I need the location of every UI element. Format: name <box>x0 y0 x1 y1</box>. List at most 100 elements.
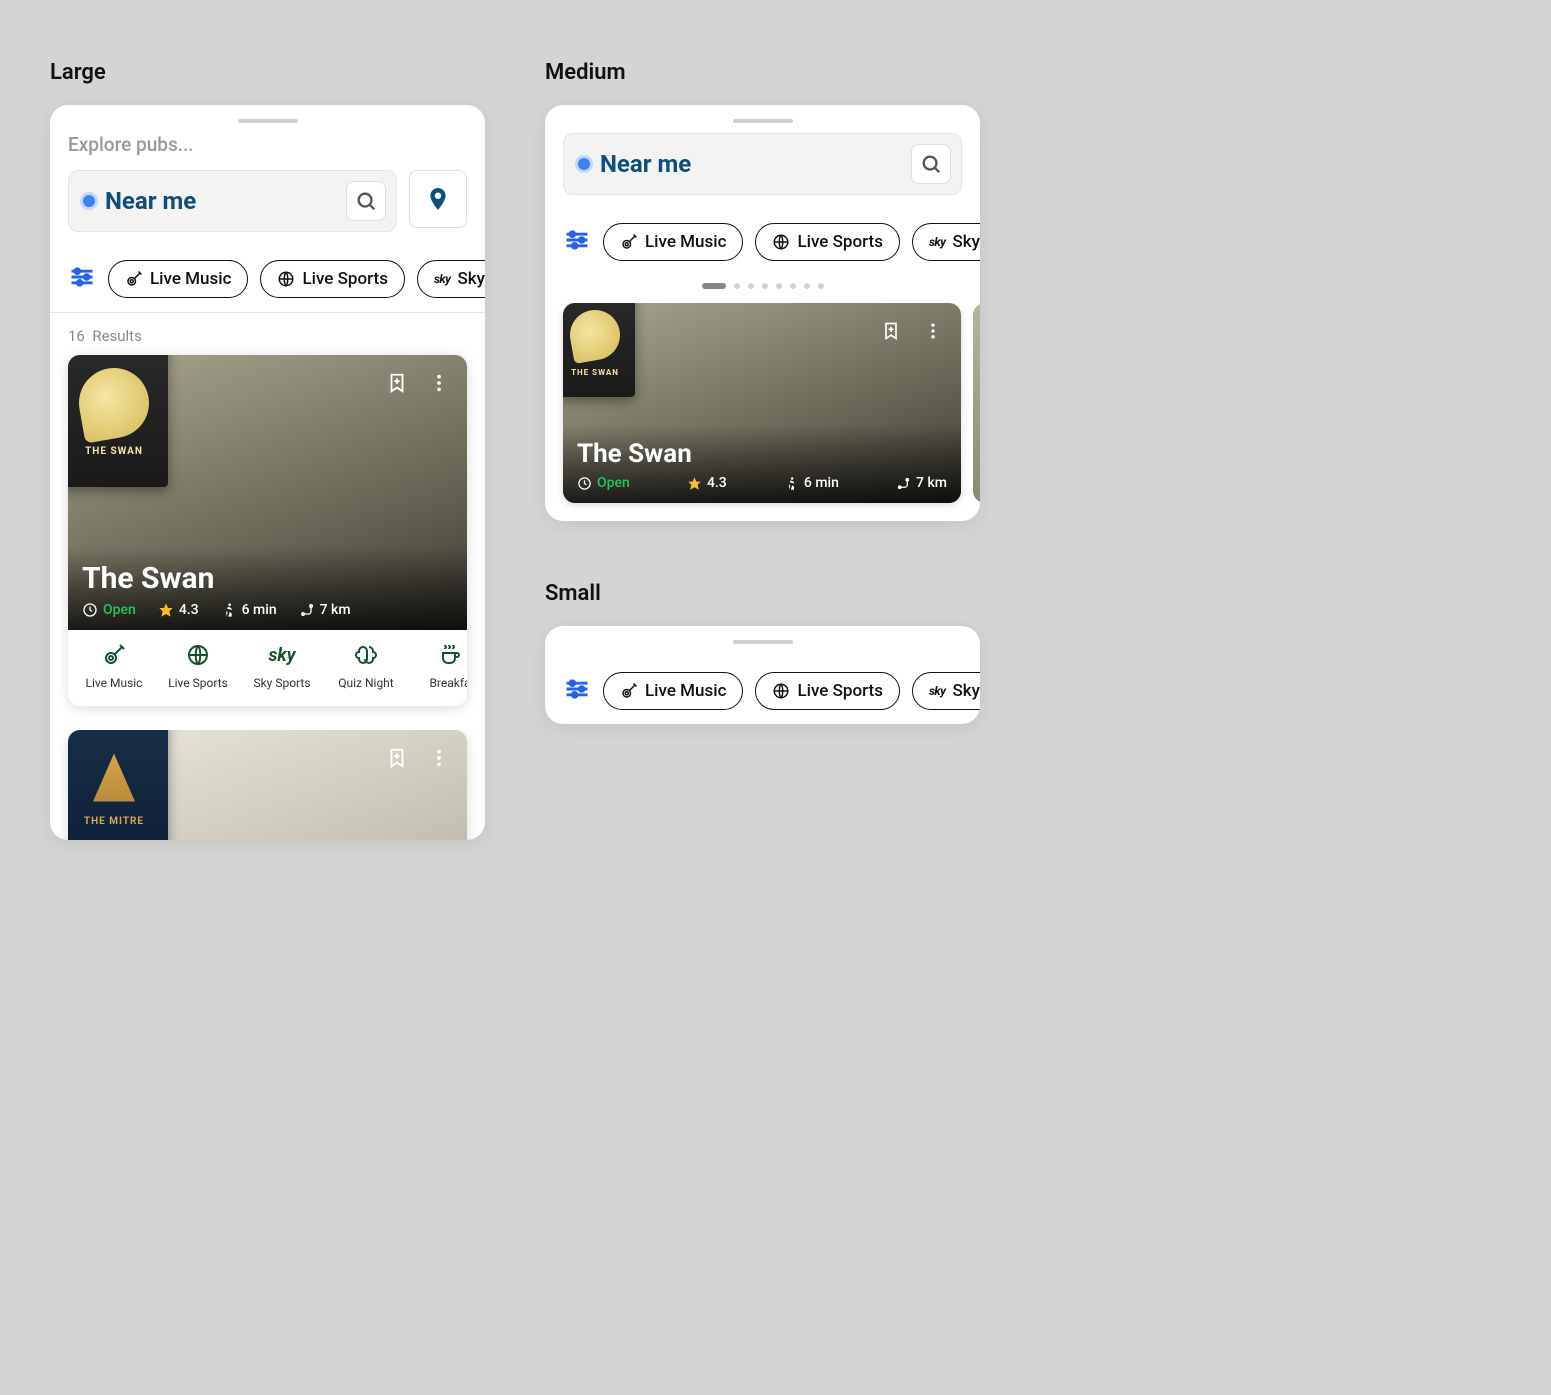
filter-button[interactable] <box>563 675 591 707</box>
chip-sky-sports[interactable]: sky Sky S <box>912 223 980 261</box>
walk-time: 6 min <box>784 475 839 491</box>
chip-label: Live Sports <box>797 232 883 252</box>
chip-label: Sky S <box>458 269 485 289</box>
map-pin-button[interactable] <box>409 170 467 228</box>
variant-label-medium: Medium <box>545 60 980 85</box>
ball-icon <box>277 270 295 288</box>
chip-label: Live Sports <box>302 269 388 289</box>
chip-live-sports[interactable]: Live Sports <box>755 223 900 261</box>
dot-active[interactable] <box>702 283 726 289</box>
distance: 7 km <box>299 602 351 618</box>
filter-chip-row: Live Music Live Sports sky Sky S <box>545 654 980 724</box>
badge-text: THE SWAN <box>85 446 143 457</box>
results-label: Results <box>92 327 142 345</box>
amenity-breakfast: Breakfa <box>408 642 467 690</box>
brain-icon <box>354 643 378 667</box>
location-dot-icon <box>83 195 95 207</box>
pub-name: The Swan <box>577 439 947 469</box>
bookmark-button[interactable] <box>383 744 411 772</box>
rating: 4.3 <box>158 602 199 618</box>
coffee-icon <box>438 643 462 667</box>
sliders-icon <box>563 675 591 703</box>
distance: 7 km <box>896 475 947 491</box>
star-icon <box>158 602 174 618</box>
search-button[interactable] <box>346 181 386 221</box>
chip-live-music[interactable]: Live Music <box>603 223 743 261</box>
more-button[interactable] <box>425 369 453 397</box>
more-button[interactable] <box>425 744 453 772</box>
chip-live-music[interactable]: Live Music <box>603 672 743 710</box>
amenity-quiz-night: Quiz Night <box>324 642 408 690</box>
drag-handle[interactable] <box>733 640 793 644</box>
pub-photo: THE SWAN The Swan <box>68 355 467 630</box>
more-button[interactable] <box>919 317 947 345</box>
walk-icon <box>784 476 799 491</box>
walk-time: 6 min <box>221 602 277 618</box>
chip-sky-sports[interactable]: sky Sky S <box>912 672 980 710</box>
dot[interactable] <box>748 283 754 289</box>
chip-sky-sports[interactable]: sky Sky S <box>417 260 485 298</box>
drag-handle[interactable] <box>238 119 298 123</box>
amenity-live-music: Live Music <box>72 642 156 690</box>
chip-live-music[interactable]: Live Music <box>108 260 248 298</box>
pub-photo: THE SWAN The Swan <box>563 303 961 503</box>
device-small: Live Music Live Sports sky Sky S <box>545 626 980 724</box>
sliders-icon <box>68 263 96 291</box>
ball-icon <box>772 682 790 700</box>
filter-button[interactable] <box>68 263 96 295</box>
bookmark-button[interactable] <box>383 369 411 397</box>
carousel-dots[interactable] <box>545 275 980 303</box>
sky-logo-icon: sky <box>929 684 946 698</box>
guitar-icon <box>620 233 638 251</box>
map-pin-icon <box>425 186 451 212</box>
dot[interactable] <box>776 283 782 289</box>
distance-value: 7 km <box>916 475 947 491</box>
rating-value: 4.3 <box>179 602 199 618</box>
chip-live-sports[interactable]: Live Sports <box>755 672 900 710</box>
chip-label: Live Music <box>150 269 231 289</box>
dot[interactable] <box>804 283 810 289</box>
filter-button[interactable] <box>563 226 591 258</box>
route-icon <box>299 602 315 618</box>
amenities-row: Live Music Live Sports sky Sky Sports <box>68 630 467 706</box>
chip-live-sports[interactable]: Live Sports <box>260 260 405 298</box>
dot[interactable] <box>790 283 796 289</box>
star-icon <box>687 476 702 491</box>
search-icon <box>355 190 377 212</box>
dot[interactable] <box>734 283 740 289</box>
status-text: Open <box>597 475 630 491</box>
pub-card-peek[interactable]: THE MITRE <box>68 730 467 840</box>
search-input[interactable]: Near me <box>563 133 962 195</box>
pub-card[interactable]: THE SWAN The Swan <box>68 355 467 706</box>
search-button[interactable] <box>911 144 951 184</box>
dot[interactable] <box>818 283 824 289</box>
search-text: Near me <box>600 150 901 178</box>
open-status: Open <box>82 602 136 618</box>
more-vertical-icon <box>428 747 450 769</box>
amenity-label: Live Music <box>86 676 143 690</box>
pub-card[interactable]: THE SWAN The Swan <box>563 303 961 503</box>
guitar-icon <box>125 270 143 288</box>
swan-icon <box>73 362 154 443</box>
amenity-label: Breakfa <box>429 676 467 690</box>
bookmark-button[interactable] <box>877 317 905 345</box>
chip-label: Live Sports <box>797 681 883 701</box>
pub-sign-badge: THE MITRE <box>68 730 168 840</box>
results-count: 16 Results <box>50 313 485 355</box>
dot[interactable] <box>762 283 768 289</box>
badge-text: THE MITRE <box>84 816 144 827</box>
drag-handle[interactable] <box>733 119 793 123</box>
more-vertical-icon <box>428 372 450 394</box>
amenity-label: Sky Sports <box>253 676 310 690</box>
search-input[interactable]: Near me <box>68 170 397 232</box>
pub-name: The Swan <box>82 561 453 596</box>
sky-logo-icon: sky <box>268 642 295 668</box>
rating-value: 4.3 <box>707 475 727 491</box>
variant-label-large: Large <box>50 60 485 85</box>
pub-sign-badge: THE SWAN <box>68 355 168 487</box>
guitar-icon <box>102 643 126 667</box>
badge-text: THE SWAN <box>571 368 619 377</box>
more-vertical-icon <box>923 321 943 341</box>
explore-heading: Explore pubs... <box>68 133 467 156</box>
pub-card-peek[interactable] <box>973 303 980 503</box>
